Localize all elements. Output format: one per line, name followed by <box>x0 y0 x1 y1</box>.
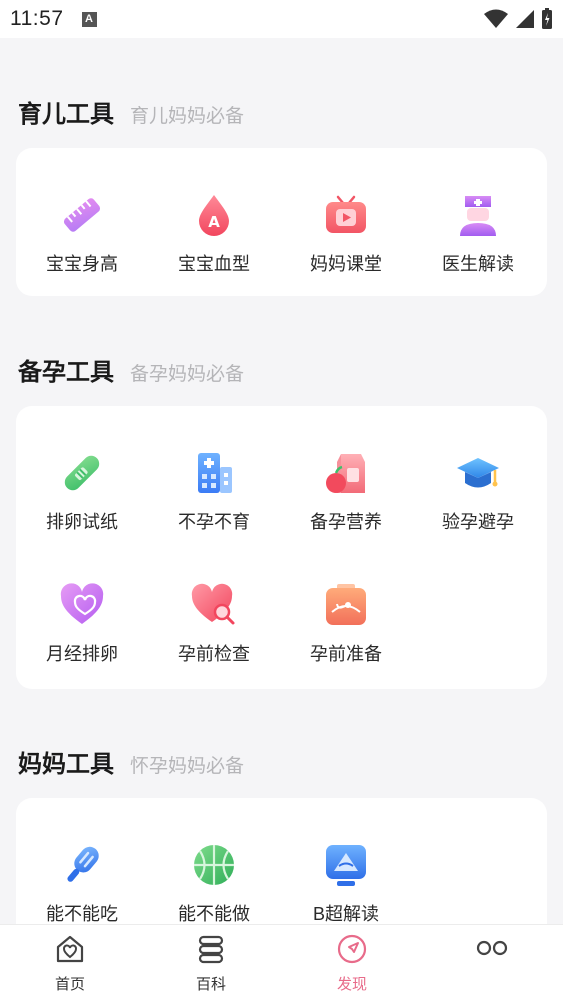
hospital-icon <box>198 453 232 493</box>
tool-label: B超解读 <box>312 904 379 924</box>
section-title: 育儿工具 <box>18 101 114 128</box>
tool-baby-blood-type[interactable]: A 宝宝血型 <box>148 192 280 276</box>
tool-prepregnancy-checkup[interactable]: 孕前检查 <box>148 582 280 666</box>
b-ultrasound-icon <box>326 845 366 886</box>
tool-label: 备孕营养 <box>310 512 382 532</box>
tool-ovulation-strip[interactable]: 排卵试纸 <box>16 450 148 534</box>
nurse-icon <box>460 196 496 236</box>
popsicle-icon <box>67 846 99 882</box>
tool-b-ultrasound[interactable]: B超解读 <box>280 842 412 924</box>
section-header-parenting: 育儿工具 育儿妈妈必备 <box>18 94 244 129</box>
status-time: 11:57 <box>10 7 64 30</box>
tab-discover[interactable]: 发现 <box>312 933 392 994</box>
tool-doctor-interpretation[interactable]: 医生解读 <box>412 192 544 276</box>
card-preconception-tools: 排卵试纸 不孕不育 备孕营养 验孕避孕 月经排卵 孕前检查 孕前准备 <box>16 406 547 689</box>
tab-more[interactable] <box>452 933 532 973</box>
signal-icon <box>516 10 534 28</box>
tool-label: 宝宝血型 <box>178 254 250 274</box>
more-icon <box>476 940 508 956</box>
battery-icon <box>542 8 552 29</box>
section-title: 妈妈工具 <box>18 751 114 778</box>
section-subtitle: 备孕妈妈必备 <box>130 364 245 385</box>
tool-menstrual-ovulation[interactable]: 月经排卵 <box>16 582 148 666</box>
svg-text:A: A <box>208 213 220 231</box>
tool-label: 验孕避孕 <box>442 512 514 532</box>
wifi-icon <box>484 9 508 28</box>
tool-baby-height[interactable]: 宝宝身高 <box>16 192 148 276</box>
ultrasound-icon <box>326 584 366 625</box>
tool-label: 不孕不育 <box>178 512 250 532</box>
test-strip-icon <box>64 455 100 491</box>
tab-label: 发现 <box>336 976 367 993</box>
section-header-mom: 妈妈工具 怀孕妈妈必备 <box>18 744 244 779</box>
tab-encyclopedia[interactable]: 百科 <box>171 933 251 994</box>
tool-prepregnancy-preparation[interactable]: 孕前准备 <box>280 582 412 666</box>
tool-label: 孕前检查 <box>178 644 250 664</box>
heart-icon <box>60 583 104 624</box>
tool-pregnancy-test-contraception[interactable]: 验孕避孕 <box>412 450 544 534</box>
status-bar: 11:57 A <box>0 0 563 38</box>
status-icons <box>483 8 553 30</box>
heart-search-icon <box>191 583 235 625</box>
tv-play-icon <box>326 195 366 233</box>
blood-drop-icon: A <box>199 195 229 236</box>
notification-icon: A <box>81 11 97 27</box>
bottom-tab-bar: 首页 百科 发现 <box>0 924 563 1003</box>
tool-label: 孕前准备 <box>310 644 382 664</box>
graduation-cap-icon <box>457 458 499 488</box>
tool-preconception-nutrition[interactable]: 备孕营养 <box>280 450 412 534</box>
tab-home[interactable]: 首页 <box>30 933 110 994</box>
tool-label: 医生解读 <box>442 254 514 274</box>
ball-icon <box>194 845 234 885</box>
ruler-icon <box>63 198 101 232</box>
tool-infertility[interactable]: 不孕不育 <box>148 450 280 534</box>
tool-label: 妈妈课堂 <box>310 254 382 274</box>
tool-can-do[interactable]: 能不能做 <box>148 842 280 924</box>
encyclopedia-icon <box>198 935 224 964</box>
tool-label: 能不能做 <box>178 904 250 924</box>
tool-can-eat[interactable]: 能不能吃 <box>16 842 148 924</box>
tab-label: 首页 <box>54 976 85 993</box>
tool-mom-classroom[interactable]: 妈妈课堂 <box>280 192 412 276</box>
tool-label: 能不能吃 <box>46 904 118 924</box>
section-header-preconception: 备孕工具 备孕妈妈必备 <box>18 352 244 387</box>
tools-scroll-area[interactable]: 育儿工具 育儿妈妈必备 宝宝身高 A 宝宝血型 妈妈课堂 医生解读 备孕工具 备… <box>0 38 563 924</box>
section-title: 备孕工具 <box>18 359 114 386</box>
section-subtitle: 育儿妈妈必备 <box>130 106 245 127</box>
discover-icon <box>337 934 367 964</box>
tab-label: 百科 <box>195 976 226 993</box>
nutrition-icon <box>326 454 365 493</box>
section-subtitle: 怀孕妈妈必备 <box>130 756 245 777</box>
tool-label: 宝宝身高 <box>46 254 118 274</box>
home-icon <box>56 935 84 963</box>
card-mom-tools: 能不能吃 能不能做 B超解读 <box>16 798 547 924</box>
tool-label: 月经排卵 <box>46 644 118 664</box>
card-parenting-tools: 宝宝身高 A 宝宝血型 妈妈课堂 医生解读 <box>16 148 547 296</box>
tool-label: 排卵试纸 <box>46 512 118 532</box>
